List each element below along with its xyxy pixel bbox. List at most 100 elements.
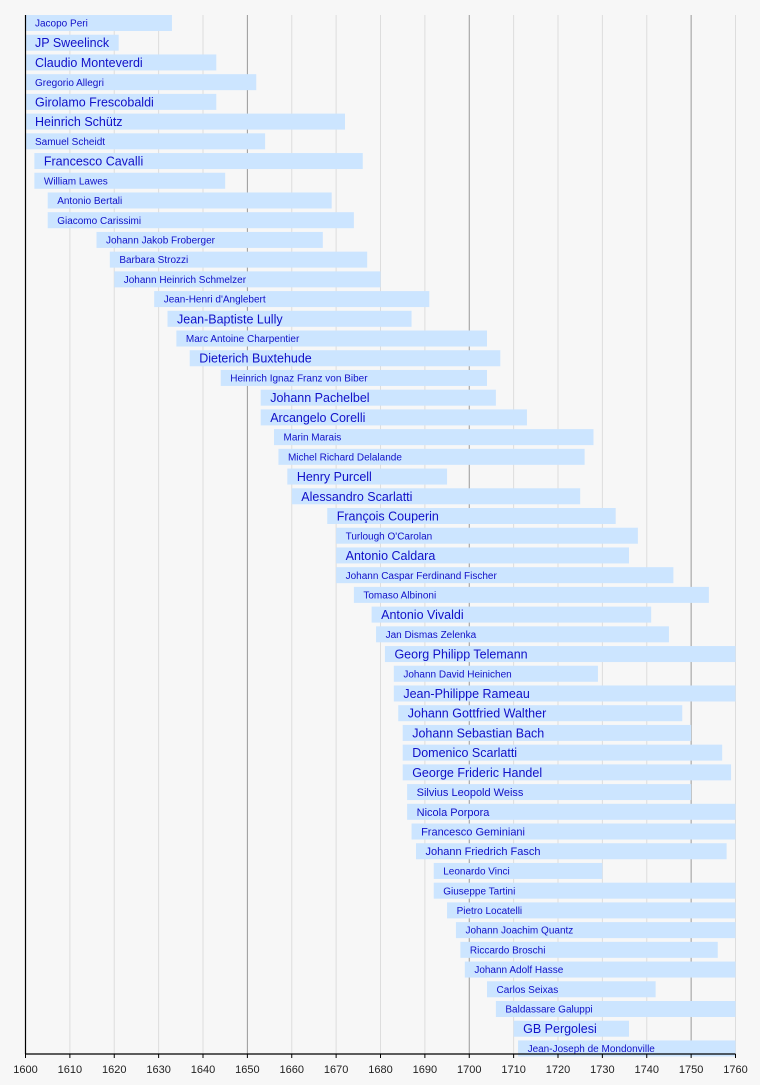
composer-row: Gregorio Allegri — [25, 74, 257, 91]
composer-label: Antonio Bertali — [57, 196, 122, 207]
composer-row: Turlough O'Carolan — [336, 527, 638, 544]
x-tick-label: 1640 — [191, 1064, 215, 1076]
composer-row: Tomaso Albinoni — [353, 586, 709, 603]
composer-row: Arcangelo Corelli — [260, 409, 527, 426]
composer-row: Johann Joachim Quantz — [455, 922, 736, 939]
composer-row: Francesco Geminiani — [411, 823, 736, 840]
composer-label: Tomaso Albinoni — [363, 590, 436, 601]
x-tick-label: 1620 — [102, 1064, 126, 1076]
x-tick-label: 1670 — [324, 1064, 348, 1076]
composer-label: Johann Joachim Quantz — [465, 926, 573, 937]
composer-label: George Frideric Handel — [412, 766, 542, 780]
composer-row: George Frideric Handel — [402, 764, 732, 781]
x-tick-label: 1660 — [280, 1064, 304, 1076]
x-tick-label: 1730 — [590, 1064, 614, 1076]
composer-label: Nicola Porpora — [417, 807, 491, 819]
composer-row: Johann Jakob Froberger — [96, 231, 323, 248]
composer-label: Johann Adolf Hasse — [474, 965, 563, 976]
composer-label: Jean-Baptiste Lully — [177, 312, 283, 326]
composer-row: Michel Richard Delalande — [278, 448, 585, 465]
composer-row: Antonio Vivaldi — [371, 606, 652, 623]
composer-row: Nicola Porpora — [407, 803, 736, 820]
composer-label: Antonio Vivaldi — [381, 608, 463, 622]
composer-row: Giacomo Carissimi — [47, 212, 354, 229]
x-tick-label: 1750 — [679, 1064, 703, 1076]
x-tick-label: 1710 — [501, 1064, 525, 1076]
composer-label: Georg Philipp Telemann — [394, 648, 527, 662]
composer-row: Francesco Cavalli — [34, 153, 363, 170]
composer-label: Johann Sebastian Bach — [412, 726, 544, 740]
composer-row: Pietro Locatelli — [447, 902, 736, 919]
composer-label: Alessandro Scarlatti — [301, 490, 412, 504]
composer-row: Johann Friedrich Fasch — [416, 843, 727, 860]
composer-label: Girolamo Frescobaldi — [35, 95, 154, 109]
composer-label: Jacopo Peri — [35, 19, 88, 30]
composer-row: Leonardo Vinci — [433, 862, 603, 879]
composer-row: François Couperin — [327, 508, 616, 524]
composer-row: Antonio Bertali — [47, 192, 332, 209]
composer-row: JP Sweelinck — [25, 34, 119, 51]
composer-label: Jean-Henri d'Anglebert — [164, 295, 266, 306]
composer-row: William Lawes — [34, 172, 226, 189]
composer-label: Dieterich Buxtehude — [199, 352, 312, 366]
composer-label: Johann Jakob Froberger — [106, 236, 216, 247]
composer-timeline-chart: Jacopo Peri JP Sweelinck Claudio Monteverd… — [0, 0, 760, 1085]
composer-row: Silvius Leopold Weiss — [407, 784, 692, 801]
composer-label: Claudio Monteverdi — [35, 56, 143, 70]
composer-row: Alessandro Scarlatti — [291, 488, 581, 505]
composer-row: Johann Caspar Ferdinand Fischer — [336, 567, 674, 584]
composer-label: Jean-Philippe Rameau — [403, 687, 530, 701]
x-tick-label: 1600 — [13, 1064, 37, 1076]
composer-label: Carlos Seixas — [497, 985, 559, 996]
composer-label: Johann Pachelbel — [270, 391, 369, 405]
composer-label: Samuel Scheidt — [35, 137, 105, 148]
composer-label: Francesco Cavalli — [44, 155, 143, 169]
composer-label: Francesco Geminiani — [421, 826, 525, 838]
composer-row: Jacopo Peri — [25, 15, 172, 31]
composer-row: Jean-Baptiste Lully — [167, 310, 412, 327]
composer-row: Johann Heinrich Schmelzer — [114, 271, 381, 288]
composer-label: GB Pergolesi — [523, 1022, 597, 1036]
composer-row: Giuseppe Tartini — [433, 882, 736, 899]
composer-label: William Lawes — [44, 176, 108, 187]
composer-label: Johann Caspar Ferdinand Fischer — [346, 571, 498, 582]
composer-label: Domenico Scarlatti — [412, 746, 517, 760]
composer-label: Jan Dismas Zelenka — [386, 630, 477, 641]
composer-label: Antonio Caldara — [346, 549, 436, 563]
composer-row: Samuel Scheidt — [25, 133, 266, 150]
x-tick-label: 1690 — [413, 1064, 437, 1076]
composer-row: Jean-Henri d'Anglebert — [154, 291, 430, 308]
composer-row: Claudio Monteverdi — [25, 54, 217, 71]
composer-label: Jean-Joseph de Mondonville — [528, 1044, 656, 1055]
composer-label: François Couperin — [337, 510, 439, 524]
x-tick-label: 1740 — [635, 1064, 659, 1076]
composer-row: Johann Pachelbel — [260, 389, 496, 406]
x-tick-label: 1630 — [146, 1064, 170, 1076]
composer-row: Dieterich Buxtehude — [189, 350, 501, 367]
composer-label: JP Sweelinck — [35, 36, 110, 50]
composer-row: Johann David Heinichen — [393, 665, 598, 682]
composer-row: Carlos Seixas — [487, 981, 656, 998]
composer-label: Johann Friedrich Fasch — [426, 846, 541, 858]
composer-row: Johann Adolf Hasse — [464, 961, 736, 978]
composer-label: Marc Antoine Charpentier — [186, 334, 300, 345]
composer-row: Johann Gottfried Walther — [398, 705, 683, 722]
composer-label: Heinrich Schütz — [35, 115, 123, 129]
composer-row: Antonio Caldara — [336, 547, 629, 564]
composer-label: Baldassare Galuppi — [505, 1005, 592, 1016]
composer-row: GB Pergolesi — [513, 1020, 629, 1037]
composer-label: Gregorio Allegri — [35, 78, 104, 89]
x-tick-label: 1650 — [235, 1064, 259, 1076]
composer-label: Pietro Locatelli — [457, 906, 523, 917]
composer-label: Arcangelo Corelli — [270, 411, 365, 425]
composer-label: Henry Purcell — [297, 470, 372, 484]
x-tick-label: 1610 — [58, 1064, 82, 1076]
composer-row: Riccardo Broschi — [460, 941, 718, 958]
composer-label: Johann Heinrich Schmelzer — [124, 275, 247, 286]
composer-row: Johann Sebastian Bach — [402, 724, 692, 741]
composer-row: Heinrich Ignaz Franz von Biber — [220, 369, 487, 386]
composer-label: Heinrich Ignaz Franz von Biber — [230, 374, 368, 385]
composer-row: Domenico Scarlatti — [402, 744, 723, 761]
composer-label: Marin Marais — [284, 433, 342, 444]
composer-row: Barbara Strozzi — [109, 251, 368, 268]
